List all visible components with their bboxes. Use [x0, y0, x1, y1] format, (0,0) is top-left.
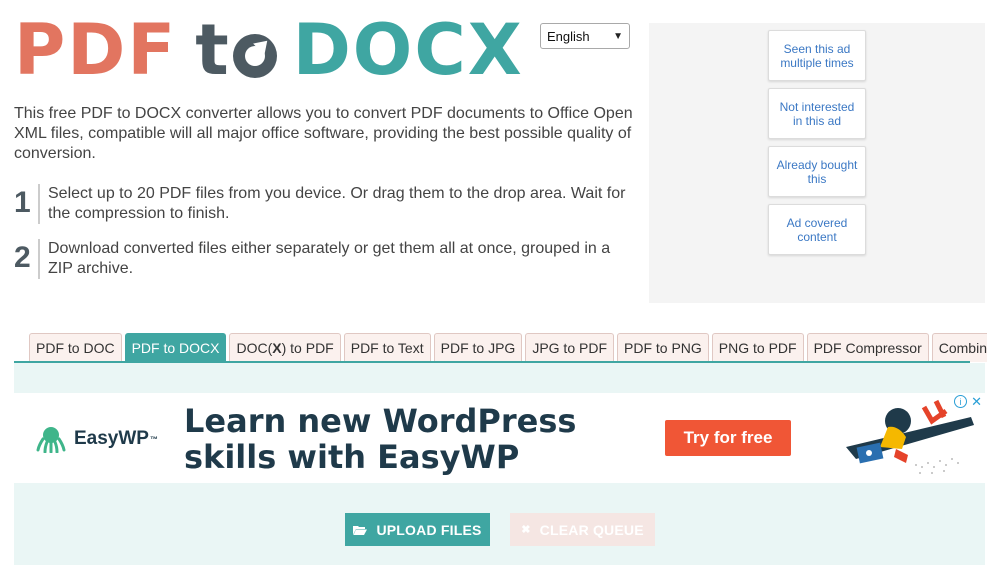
step-number: 1	[14, 186, 31, 219]
tab-pdf-to-jpg[interactable]: PDF to JPG	[433, 333, 523, 362]
ad-info-icon[interactable]: i	[954, 395, 967, 408]
ad-feedback-covered-button[interactable]: Ad covered content	[768, 204, 866, 255]
tab-pdf-to-docx[interactable]: PDF to DOCX	[124, 333, 227, 362]
language-selected: English	[547, 28, 590, 44]
easywp-logo: EasyWP ™	[36, 425, 158, 453]
step-1: 1 Select up to 20 PDF files from you dev…	[14, 184, 634, 224]
tab-combine-pdf[interactable]: Combine PDF	[931, 333, 987, 362]
banner-headline: Learn new WordPress skills with EasyWP	[184, 402, 577, 476]
converter-tabs: PDF to DOC PDF to DOCX DOC(X) to PDF PDF…	[29, 333, 987, 362]
tab-png-to-pdf[interactable]: PNG to PDF	[711, 333, 804, 362]
intro-text: This free PDF to DOCX converter allows y…	[14, 105, 633, 162]
ad-feedback-seen-button[interactable]: Seen this ad multiple times	[768, 30, 866, 81]
close-icon: ✖	[521, 524, 531, 536]
step-divider	[38, 184, 40, 224]
tab-pdf-to-png[interactable]: PDF to PNG	[617, 333, 709, 362]
step-number: 2	[14, 241, 31, 274]
ad-feedback-not-interested-button[interactable]: Not interested in this ad	[768, 88, 866, 139]
logo-pdf: PDF	[14, 9, 178, 91]
upload-files-button[interactable]: UPLOAD FILES	[345, 513, 490, 546]
ad-feedback-bought-button[interactable]: Already bought this	[768, 146, 866, 197]
tab-jpg-to-pdf[interactable]: JPG to PDF	[525, 333, 614, 362]
try-for-free-button[interactable]: Try for free	[665, 420, 791, 456]
tab-pdf-to-doc[interactable]: PDF to DOC	[29, 333, 122, 362]
step-divider	[38, 239, 40, 279]
logo-docx: DOCX	[292, 9, 524, 91]
logo-to: t	[195, 15, 277, 85]
ad-close-icon[interactable]: ✕	[971, 394, 982, 410]
ad-feedback-panel: Seen this ad multiple times Not interest…	[649, 23, 985, 303]
chevron-down-icon: ▼	[613, 30, 623, 42]
language-select[interactable]: English ▼	[540, 23, 630, 49]
folder-open-icon	[353, 525, 368, 535]
logo[interactable]: PDF t DOCX	[14, 9, 524, 91]
laptop-person-illustration	[846, 399, 974, 474]
tab-pdf-compressor[interactable]: PDF Compressor	[806, 333, 929, 362]
tab-docx-to-pdf[interactable]: DOC(X) to PDF	[229, 333, 341, 362]
refresh-arrow-icon	[232, 34, 277, 78]
step-2: 2 Download converted files either separa…	[14, 239, 634, 279]
step-text: Select up to 20 PDF files from you devic…	[48, 185, 626, 222]
octopus-icon	[36, 427, 66, 453]
banner-ad[interactable]: EasyWP ™ Learn new WordPress skills with …	[14, 393, 985, 483]
tab-pdf-to-text[interactable]: PDF to Text	[343, 333, 431, 362]
step-text: Download converted files either separate…	[48, 240, 611, 277]
clear-queue-button[interactable]: ✖ CLEAR QUEUE	[510, 513, 655, 546]
